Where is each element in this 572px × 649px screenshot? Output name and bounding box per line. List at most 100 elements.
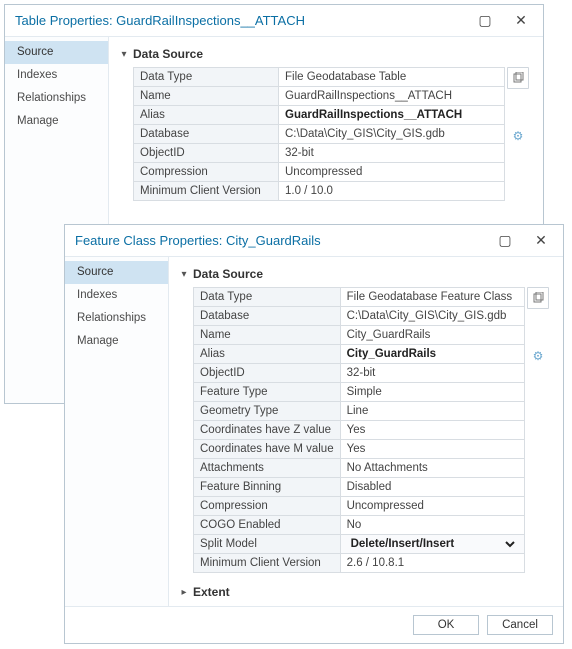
table-row: CompressionUncompressed [134, 163, 505, 182]
sidebar-item-manage[interactable]: Manage [65, 330, 168, 353]
sidebar-item-indexes[interactable]: Indexes [5, 64, 108, 87]
table-row: DatabaseC:\Data\City_GIS\City_GIS.gdb [134, 125, 505, 144]
property-value: No [340, 516, 524, 535]
copy-icon[interactable] [507, 67, 529, 89]
maximize-icon[interactable]: ▢ [467, 5, 503, 36]
titlebar: Feature Class Properties: City_GuardRail… [65, 225, 563, 257]
property-key: Compression [134, 163, 279, 182]
caret-right-icon: ▸ [179, 587, 189, 598]
dialog-footer: OK Cancel [65, 606, 563, 643]
maximize-icon[interactable]: ▢ [487, 225, 523, 256]
property-key: Name [194, 326, 341, 345]
split-model-select[interactable]: Delete/Insert/Insert [347, 537, 518, 551]
options-icon[interactable]: ⚙ [507, 125, 529, 147]
property-value: C:\Data\City_GIS\City_GIS.gdb [279, 125, 505, 144]
table-row: DatabaseC:\Data\City_GIS\City_GIS.gdb [194, 307, 525, 326]
property-key: Alias [194, 345, 341, 364]
options-icon[interactable]: ⚙ [527, 345, 549, 367]
property-key: Minimum Client Version [194, 554, 341, 573]
cancel-button[interactable]: Cancel [487, 615, 553, 635]
property-key: Database [194, 307, 341, 326]
table-row: Feature TypeSimple [194, 383, 525, 402]
copy-icon[interactable] [527, 287, 549, 309]
property-value: Simple [340, 383, 524, 402]
properties-table: Data TypeFile Geodatabase TableNameGuard… [133, 67, 505, 201]
property-key: Feature Type [194, 383, 341, 402]
close-icon[interactable]: ✕ [503, 5, 539, 36]
property-value: Disabled [340, 478, 524, 497]
feature-class-properties-dialog: Feature Class Properties: City_GuardRail… [64, 224, 564, 644]
table-row: AliasGuardRailInspections__ATTACH [134, 106, 505, 125]
table-row: AttachmentsNo Attachments [194, 459, 525, 478]
property-value: Yes [340, 421, 524, 440]
table-row: AliasCity_GuardRails [194, 345, 525, 364]
property-value: 1.0 / 10.0 [279, 182, 505, 201]
caret-down-icon: ▾ [119, 49, 129, 60]
property-key: Coordinates have M value [194, 440, 341, 459]
sidebar-item-manage[interactable]: Manage [5, 110, 108, 133]
property-value: City_GuardRails [340, 345, 524, 364]
property-key: Alias [134, 106, 279, 125]
property-value: City_GuardRails [340, 326, 524, 345]
table-row: Minimum Client Version1.0 / 10.0 [134, 182, 505, 201]
section-header-extent[interactable]: ▸ Extent [179, 583, 553, 601]
sidebar-item-indexes[interactable]: Indexes [65, 284, 168, 307]
property-key: ObjectID [194, 364, 341, 383]
window-title: Feature Class Properties: City_GuardRail… [75, 233, 487, 248]
property-key: Geometry Type [194, 402, 341, 421]
sidebar-item-relationships[interactable]: Relationships [65, 307, 168, 330]
property-value: File Geodatabase Table [279, 68, 505, 87]
table-row: NameGuardRailInspections__ATTACH [134, 87, 505, 106]
table-row: Split Model Delete/Insert/Insert [194, 535, 525, 554]
table-row: COGO EnabledNo [194, 516, 525, 535]
table-row: Data TypeFile Geodatabase Table [134, 68, 505, 87]
close-icon[interactable]: ✕ [523, 225, 559, 256]
property-value: C:\Data\City_GIS\City_GIS.gdb [340, 307, 524, 326]
property-key: ObjectID [134, 144, 279, 163]
property-value: Uncompressed [340, 497, 524, 516]
property-key: Coordinates have Z value [194, 421, 341, 440]
table-row: NameCity_GuardRails [194, 326, 525, 345]
property-value: File Geodatabase Feature Class [340, 288, 524, 307]
property-key: COGO Enabled [194, 516, 341, 535]
section-header-datasource[interactable]: ▾ Data Source [119, 45, 533, 63]
table-row: Feature BinningDisabled [194, 478, 525, 497]
sidebar: Source Indexes Relationships Manage [65, 257, 169, 606]
section-label: Data Source [193, 267, 263, 281]
section-label: Extent [193, 585, 230, 599]
property-key: Attachments [194, 459, 341, 478]
property-value: GuardRailInspections__ATTACH [279, 106, 505, 125]
property-key: Feature Binning [194, 478, 341, 497]
property-value: Line [340, 402, 524, 421]
table-row: ObjectID32-bit [194, 364, 525, 383]
property-key: Compression [194, 497, 341, 516]
ok-button[interactable]: OK [413, 615, 479, 635]
property-key: Split Model [194, 535, 341, 554]
property-value[interactable]: Delete/Insert/Insert [340, 535, 524, 554]
property-key: Data Type [194, 288, 341, 307]
properties-table: Data TypeFile Geodatabase Feature ClassD… [193, 287, 525, 573]
table-row: Data TypeFile Geodatabase Feature Class [194, 288, 525, 307]
property-value: No Attachments [340, 459, 524, 478]
table-row: CompressionUncompressed [194, 497, 525, 516]
titlebar: Table Properties: GuardRailInspections__… [5, 5, 543, 37]
property-value: Yes [340, 440, 524, 459]
sidebar-item-source[interactable]: Source [5, 41, 108, 64]
property-value: 32-bit [340, 364, 524, 383]
property-value: GuardRailInspections__ATTACH [279, 87, 505, 106]
table-row: Coordinates have Z valueYes [194, 421, 525, 440]
property-key: Minimum Client Version [134, 182, 279, 201]
window-title: Table Properties: GuardRailInspections__… [15, 13, 467, 28]
table-row: Coordinates have M valueYes [194, 440, 525, 459]
section-label: Data Source [133, 47, 203, 61]
property-value: 2.6 / 10.8.1 [340, 554, 524, 573]
table-row: Geometry TypeLine [194, 402, 525, 421]
property-key: Data Type [134, 68, 279, 87]
caret-down-icon: ▾ [179, 269, 189, 280]
section-header-datasource[interactable]: ▾ Data Source [179, 265, 553, 283]
table-row: ObjectID32-bit [134, 144, 505, 163]
sidebar-item-source[interactable]: Source [65, 261, 168, 284]
property-value: Uncompressed [279, 163, 505, 182]
table-row: Minimum Client Version2.6 / 10.8.1 [194, 554, 525, 573]
sidebar-item-relationships[interactable]: Relationships [5, 87, 108, 110]
